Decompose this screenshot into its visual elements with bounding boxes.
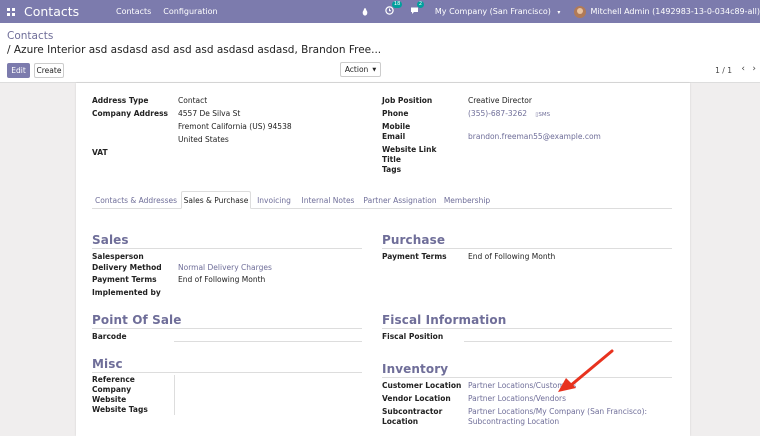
breadcrumb-contacts[interactable]: Contacts xyxy=(7,30,53,42)
job-position-value: Creative Director xyxy=(468,96,532,105)
pager-next-icon[interactable]: › xyxy=(752,64,756,74)
subcontractor-location-value-line2[interactable]: Subcontracting Location xyxy=(468,417,559,426)
pager-previous-icon[interactable]: ‹ xyxy=(741,64,745,74)
barcode-input[interactable] xyxy=(174,341,362,342)
pager-value[interactable]: 1 / 1 xyxy=(715,66,732,75)
sales-payment-terms-value[interactable]: End of Following Month xyxy=(178,275,265,284)
company-label: Company xyxy=(92,385,132,394)
control-panel: Contacts / Azure Interior asd asdasd asd… xyxy=(0,23,760,83)
fiscal-position-input[interactable] xyxy=(464,341,672,342)
tab-membership[interactable]: Membership xyxy=(441,191,493,209)
address-city-line: Fremont California (US) 94538 xyxy=(178,122,292,131)
action-label: Action xyxy=(344,65,369,74)
menu-contacts[interactable]: Contacts xyxy=(116,7,151,16)
company-switcher[interactable]: My Company (San Francisco) ▾ xyxy=(435,7,561,16)
tab-internal-notes[interactable]: Internal Notes xyxy=(297,191,359,209)
breadcrumb: Contacts / Azure Interior asd asdasd asd… xyxy=(7,30,381,56)
phone-label: Phone xyxy=(382,109,409,118)
notebook-tabs: Contacts & Addresses Sales & Purchase In… xyxy=(92,191,672,209)
website-label: Website xyxy=(92,395,127,404)
reference-label: Reference xyxy=(92,375,135,384)
sms-button[interactable]: ▯SMS xyxy=(535,112,550,118)
delivery-method-value[interactable]: Normal Delivery Charges xyxy=(178,263,272,272)
job-position-label: Job Position xyxy=(382,96,433,105)
subcontractor-location-label-line2: Location xyxy=(382,417,419,426)
apps-grid-icon[interactable] xyxy=(4,7,18,16)
purchase-section-title: Purchase xyxy=(382,233,446,247)
fiscal-divider xyxy=(382,328,672,329)
barcode-label: Barcode xyxy=(92,332,127,341)
address-street: 4557 De Silva St xyxy=(178,109,241,118)
inventory-section-title: Inventory xyxy=(382,362,449,376)
purchase-payment-terms-value[interactable]: End of Following Month xyxy=(468,252,555,261)
mobile-label: Mobile xyxy=(382,122,411,131)
website-tags-label: Website Tags xyxy=(92,405,148,414)
sales-payment-terms-label: Payment Terms xyxy=(92,275,157,284)
address-type-value: Contact xyxy=(178,96,208,105)
email-link[interactable]: brandon.freeman55@example.com xyxy=(468,132,601,141)
breadcrumb-current: / Azure Interior asd asdasd asd asd asd … xyxy=(7,44,382,56)
tab-partner-assignation[interactable]: Partner Assignation xyxy=(360,191,440,209)
vendor-location-value[interactable]: Partner Locations/Vendors xyxy=(468,394,566,403)
vendor-location-label: Vendor Location xyxy=(382,394,451,403)
purchase-divider xyxy=(382,248,672,249)
inventory-divider xyxy=(382,377,672,378)
vat-label: VAT xyxy=(92,148,108,157)
fiscal-position-label: Fiscal Position xyxy=(382,332,444,341)
messages-count-badge: 2 xyxy=(416,1,425,8)
app-title[interactable]: Contacts xyxy=(24,4,116,19)
top-navbar: Contacts Contacts Configuration 18 2 My … xyxy=(0,0,760,23)
phone-link[interactable]: (355)-687-3262 xyxy=(468,109,527,118)
activity-count-badge: 18 xyxy=(391,1,403,8)
address-country: United States xyxy=(178,135,229,144)
title-label: Title xyxy=(382,155,401,164)
subcontractor-location-value[interactable]: Partner Locations/My Company (San Franci… xyxy=(468,407,647,416)
caret-down-icon: ▼ xyxy=(372,66,377,73)
tab-contacts-addresses[interactable]: Contacts & Addresses xyxy=(92,191,180,209)
tab-invoicing[interactable]: Invoicing xyxy=(252,191,296,209)
create-button[interactable]: Create xyxy=(34,63,64,78)
avatar[interactable] xyxy=(574,5,587,18)
tab-sales-purchase[interactable]: Sales & Purchase xyxy=(181,191,251,209)
pos-section-title: Point Of Sale xyxy=(92,313,182,327)
misc-section-title: Misc xyxy=(92,357,123,371)
salesperson-label: Salesperson xyxy=(92,252,144,261)
address-type-label: Address Type xyxy=(92,96,149,105)
tags-label: Tags xyxy=(382,165,402,174)
messages-button[interactable]: 2 xyxy=(410,1,425,17)
company-address-label: Company Address xyxy=(92,109,168,118)
annotation-arrow-icon xyxy=(558,349,614,392)
pos-divider xyxy=(92,328,362,329)
phone-field: (355)-687-3262 ▯SMS xyxy=(468,109,550,118)
chevron-down-icon: ▾ xyxy=(557,9,561,16)
clock-icon xyxy=(385,6,394,17)
website-link-label: Website Link xyxy=(382,145,437,154)
sms-label: SMS xyxy=(538,112,551,118)
activity-button[interactable]: 18 xyxy=(385,1,403,17)
misc-field-border xyxy=(174,375,175,415)
fiscal-section-title: Fiscal Information xyxy=(382,313,507,327)
company-name: My Company (San Francisco) xyxy=(434,7,551,16)
email-label: Email xyxy=(382,132,406,141)
chat-icon xyxy=(410,6,419,17)
misc-divider xyxy=(92,372,362,373)
edit-button[interactable]: Edit xyxy=(7,63,30,78)
sales-section-title: Sales xyxy=(92,233,129,247)
menu-configuration[interactable]: Configuration xyxy=(163,7,217,16)
subcontractor-location-label: Subcontractor xyxy=(382,407,443,416)
purchase-payment-terms-label: Payment Terms xyxy=(382,252,447,261)
action-dropdown[interactable]: Action ▼ xyxy=(340,62,381,77)
delivery-method-label: Delivery Method xyxy=(92,263,162,272)
sales-divider xyxy=(92,248,362,249)
implemented-by-label: Implemented by xyxy=(92,288,161,297)
customer-location-label: Customer Location xyxy=(382,381,462,390)
bug-icon[interactable] xyxy=(361,7,369,16)
user-menu[interactable]: Mitchell Admin (1492983-13-0-034c89-all) xyxy=(590,7,760,16)
